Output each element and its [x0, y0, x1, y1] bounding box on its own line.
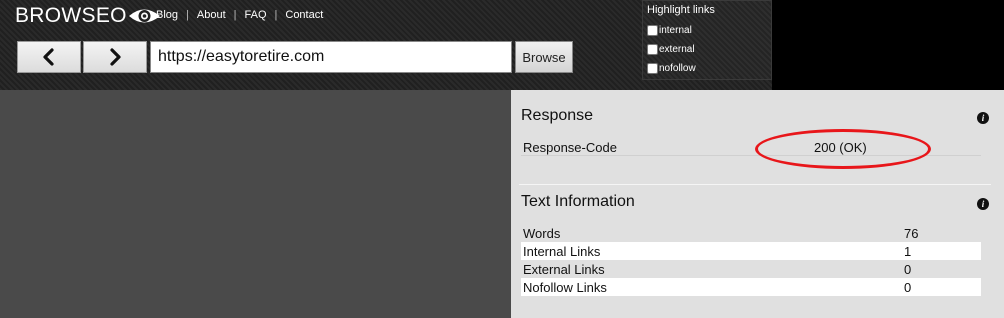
words-label: Words [523, 226, 561, 241]
internal-links-value: 1 [904, 244, 912, 259]
response-title: Response [521, 107, 594, 124]
internal-label: internal [659, 25, 692, 36]
highlight-links-title: Highlight links [647, 4, 715, 16]
external-label: external [659, 44, 695, 55]
chevron-right-icon [110, 48, 121, 66]
table-row: Nofollow Links 0 [521, 278, 981, 296]
nav-contact[interactable]: Contact [285, 9, 323, 21]
nav-separator: | [274, 9, 278, 21]
table-row: Internal Links 1 [521, 242, 981, 260]
browse-button[interactable]: Browse [515, 41, 573, 73]
internal-links-label: Internal Links [523, 244, 601, 259]
nofollow-links-value: 0 [904, 280, 912, 295]
words-value: 76 [904, 226, 919, 241]
logo[interactable]: BROWSEO [15, 4, 161, 28]
highlight-oval-annotation [755, 129, 931, 169]
internal-checkbox[interactable] [647, 25, 658, 36]
external-links-value: 0 [904, 262, 912, 277]
nav-separator: | [186, 9, 189, 21]
info-icon[interactable]: i [977, 198, 989, 210]
nav-separator: | [233, 9, 237, 21]
highlight-internal-option[interactable]: internal [647, 25, 692, 36]
top-nav: Blog | About | FAQ | Contact [156, 9, 323, 21]
highlight-nofollow-option[interactable]: nofollow [647, 63, 696, 74]
highlight-external-option[interactable]: external [647, 44, 695, 55]
logo-text: BROWSEO [15, 4, 127, 27]
info-icon[interactable]: i [977, 112, 989, 124]
nav-blog[interactable]: Blog [156, 9, 178, 21]
page-preview-area[interactable] [0, 90, 511, 318]
chevron-left-icon [43, 48, 54, 66]
top-bar-right-area [772, 0, 1004, 90]
response-code-label: Response-Code [523, 140, 617, 155]
url-input[interactable] [150, 41, 512, 73]
nofollow-label: nofollow [659, 63, 696, 74]
forward-button[interactable] [83, 41, 147, 73]
table-row: Words 76 [521, 224, 981, 242]
table-row: External Links 0 [521, 260, 981, 278]
nofollow-checkbox[interactable] [647, 63, 658, 74]
nav-faq[interactable]: FAQ [245, 9, 267, 21]
info-panel: Response i Response-Code 200 (OK) Text I… [511, 90, 1004, 318]
nofollow-links-label: Nofollow Links [523, 280, 607, 295]
external-checkbox[interactable] [647, 44, 658, 55]
text-information-title: Text Information [521, 193, 635, 210]
section-divider [519, 184, 991, 185]
highlight-links-panel: Highlight links internal external nofoll… [642, 0, 772, 80]
nav-about[interactable]: About [197, 9, 226, 21]
back-button[interactable] [17, 41, 81, 73]
external-links-label: External Links [523, 262, 605, 277]
